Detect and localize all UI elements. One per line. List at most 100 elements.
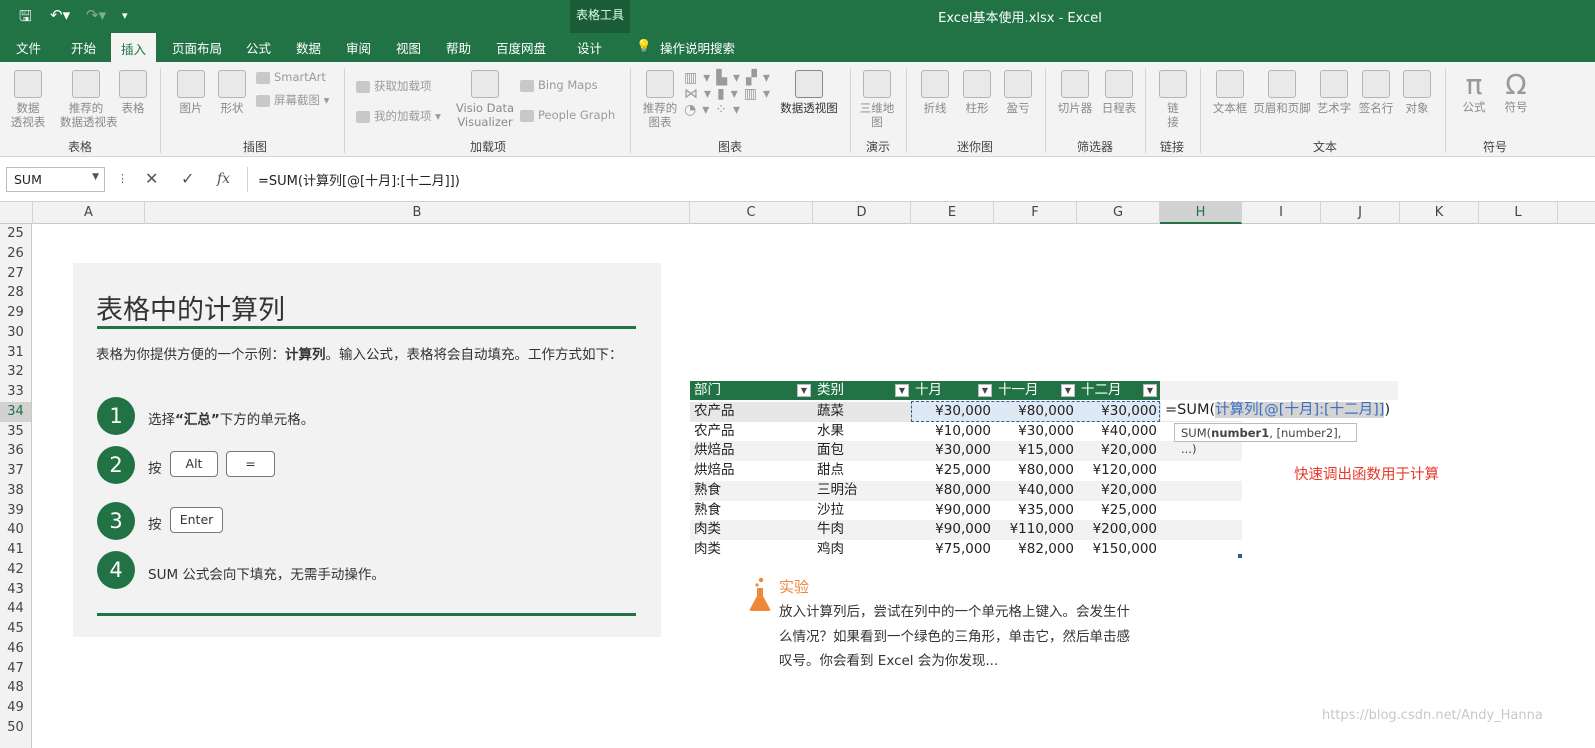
table-cell[interactable]: ¥82,000 (994, 540, 1074, 560)
row-header[interactable]: 28 (0, 283, 32, 303)
table-cell[interactable]: 三明治 (817, 481, 858, 501)
table-cell[interactable]: ¥40,000 (1077, 422, 1157, 442)
column-header[interactable]: J (1321, 202, 1400, 224)
column-header[interactable]: K (1400, 202, 1479, 224)
table-cell[interactable]: ¥20,000 (1077, 441, 1157, 461)
table-cell[interactable]: 熟食 (694, 481, 721, 501)
table-header-cell[interactable]: 部门 (690, 381, 813, 400)
table-cell[interactable]: ¥30,000 (911, 402, 991, 422)
row-header[interactable]: 26 (0, 243, 32, 264)
row-header[interactable]: 43 (0, 579, 32, 600)
table-cell[interactable]: ¥110,000 (994, 520, 1074, 540)
row-header[interactable]: 39 (0, 500, 32, 521)
filter-dropdown-icon[interactable]: ▼ (978, 384, 992, 397)
table-cell[interactable]: 面包 (817, 441, 844, 461)
table-resize-handle[interactable] (1238, 554, 1242, 558)
row-header[interactable]: 29 (0, 303, 32, 323)
filter-dropdown-icon[interactable]: ▼ (895, 384, 909, 397)
enter-check-icon[interactable]: ✓ (181, 169, 194, 188)
bing-maps-button[interactable]: Bing Maps (520, 78, 598, 92)
link-button[interactable]: 链 接 (1156, 70, 1190, 129)
row-header[interactable]: 45 (0, 619, 32, 639)
row-header[interactable]: 32 (0, 362, 32, 382)
table-cell[interactable]: 沙拉 (817, 501, 844, 521)
table-cell[interactable]: ¥200,000 (1077, 520, 1157, 540)
undo-icon[interactable]: ↶▾ (50, 6, 70, 24)
column-header[interactable]: B (145, 202, 690, 224)
tab-view[interactable]: 视图 (396, 38, 421, 57)
tab-file[interactable]: 文件 (16, 38, 41, 57)
table-cell[interactable]: ¥20,000 (1077, 481, 1157, 501)
row-header-selected[interactable]: 34 (0, 401, 32, 422)
tab-formulas[interactable]: 公式 (246, 38, 271, 57)
tab-design[interactable]: 设计 (577, 38, 602, 57)
column-header[interactable]: F (994, 202, 1077, 224)
table-cell[interactable]: ¥75,000 (911, 540, 991, 560)
filter-dropdown-icon[interactable]: ▼ (1061, 384, 1075, 397)
header-footer-button[interactable]: 页眉和页脚 (1250, 70, 1314, 115)
tab-data[interactable]: 数据 (296, 38, 321, 57)
table-cell[interactable]: ¥10,000 (911, 422, 991, 442)
object-button[interactable]: 对象 (1400, 70, 1434, 115)
table-cell[interactable]: ¥35,000 (994, 501, 1074, 521)
tab-page-layout[interactable]: 页面布局 (172, 38, 222, 57)
pivot-chart-button[interactable]: 数据透视图 (778, 70, 840, 115)
table-cell[interactable]: ¥30,000 (994, 422, 1074, 442)
3d-map-button[interactable]: 三维地 图 (856, 70, 898, 129)
visio-data-visualizer-button[interactable]: Visio Data Visualizer (454, 70, 516, 129)
chart-types-gallery[interactable]: ▥▾▙▾▞▾ ⋈▾▮▾▥▾ ◔▾⁘▾ (684, 70, 776, 118)
get-addins-button[interactable]: 获取加载项 (356, 78, 432, 94)
sparkline-column-button[interactable]: 柱形 (960, 70, 994, 115)
row-header[interactable]: 49 (0, 698, 32, 718)
table-cell[interactable]: ¥40,000 (994, 481, 1074, 501)
equation-button[interactable]: π 公式 (1456, 70, 1492, 115)
sparkline-winloss-button[interactable]: 盈亏 (1001, 70, 1035, 115)
table-cell[interactable]: ¥15,000 (994, 441, 1074, 461)
table-cell[interactable]: ¥90,000 (911, 501, 991, 521)
screenshot-button[interactable]: 屏幕截图 ▾ (256, 92, 329, 108)
table-cell[interactable]: ¥80,000 (994, 402, 1074, 422)
row-header[interactable]: 27 (0, 263, 32, 284)
row-header[interactable]: 31 (0, 342, 32, 363)
table-cell[interactable]: ¥150,000 (1077, 540, 1157, 560)
recommended-charts-button[interactable]: 推荐的 图表 (640, 70, 680, 129)
my-addins-button[interactable]: 我的加载项 ▾ (356, 108, 441, 124)
table-cell[interactable]: ¥25,000 (911, 461, 991, 481)
row-header[interactable]: 36 (0, 441, 32, 461)
signature-line-button[interactable]: 签名行 (1356, 70, 1396, 115)
people-graph-button[interactable]: People Graph (520, 108, 615, 122)
table-cell[interactable]: 烘焙品 (694, 441, 735, 461)
tab-baidu-netdisk[interactable]: 百度网盘 (496, 38, 546, 57)
tab-review[interactable]: 审阅 (346, 38, 371, 57)
row-header[interactable]: 41 (0, 540, 32, 560)
tab-help[interactable]: 帮助 (446, 38, 471, 57)
row-header[interactable]: 48 (0, 678, 32, 698)
table-cell[interactable]: 牛肉 (817, 520, 844, 540)
cancel-icon[interactable]: ✕ (145, 169, 158, 188)
row-header[interactable]: 35 (0, 421, 32, 442)
row-header[interactable]: 33 (0, 382, 32, 402)
table-cell[interactable]: 水果 (817, 422, 844, 442)
function-tooltip[interactable]: SUM(number1, [number2], ...) (1174, 423, 1357, 456)
in-cell-editor[interactable]: =SUM(计算列[@[十月]:[十二月]]) (1161, 400, 1395, 421)
textbox-button[interactable]: 文本框 (1208, 70, 1252, 115)
row-header[interactable]: 42 (0, 559, 32, 580)
table-cell[interactable]: ¥80,000 (911, 481, 991, 501)
symbol-button[interactable]: Ω 符号 (1498, 70, 1534, 115)
row-header[interactable]: 37 (0, 461, 32, 481)
column-header[interactable]: G (1077, 202, 1160, 224)
redo-icon[interactable]: ↷▾ (86, 6, 106, 24)
row-header[interactable]: 40 (0, 520, 32, 540)
insert-function-icon[interactable]: fx (217, 171, 230, 187)
row-header[interactable]: 38 (0, 480, 32, 501)
table-button[interactable]: 表格 (116, 70, 150, 115)
row-header[interactable]: 50 (0, 717, 32, 748)
formula-input[interactable]: =SUM(计算列[@[十月]:[十二月]]) (247, 167, 1595, 192)
table-cell[interactable]: ¥90,000 (911, 520, 991, 540)
pivot-table-button[interactable]: 数据 透视表 (8, 70, 48, 129)
chevron-down-icon[interactable]: ▼ (92, 172, 99, 182)
shapes-button[interactable]: 形状 (215, 70, 249, 115)
save-icon[interactable]: 🖫 (19, 6, 32, 31)
table-cell[interactable]: 农产品 (694, 402, 735, 422)
column-header-selected[interactable]: H (1160, 202, 1242, 224)
